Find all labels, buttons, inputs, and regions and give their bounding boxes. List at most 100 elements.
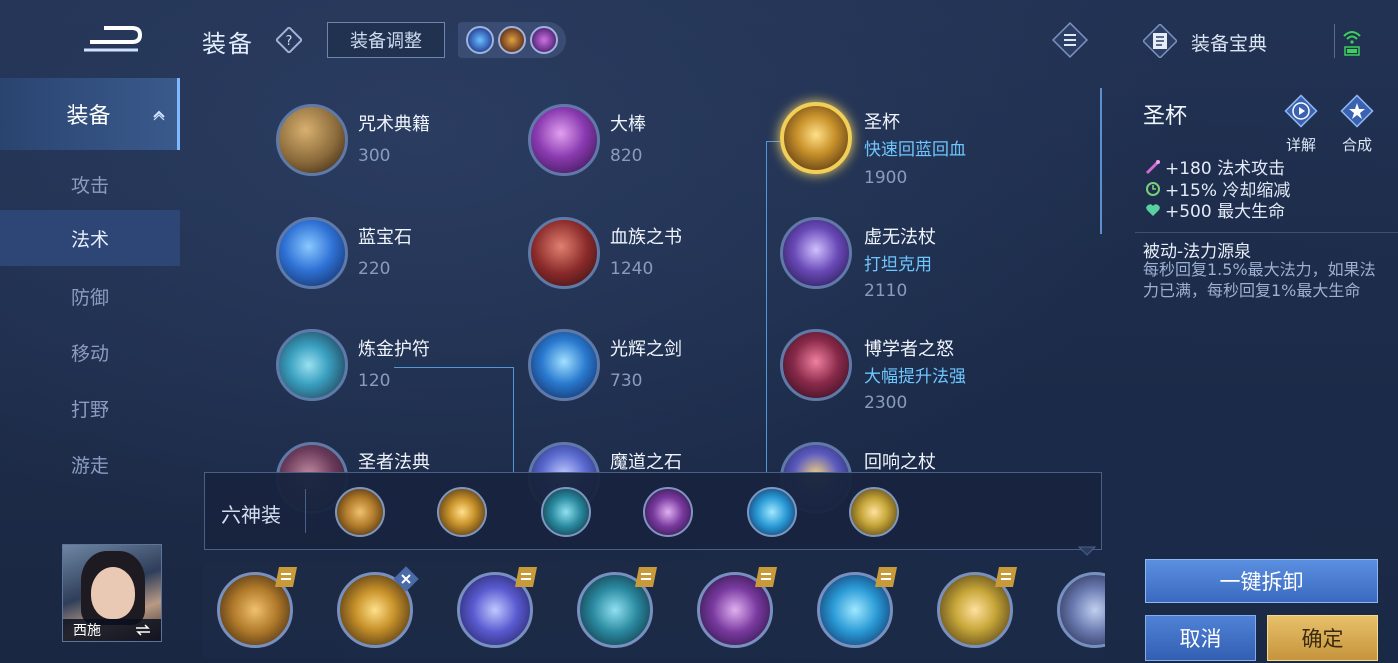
- item-scholar-fury[interactable]: 博学者之怒 大幅提升法强 2300: [780, 329, 1020, 415]
- heart-icon: [1146, 203, 1160, 216]
- sidebar-item-label: 打野: [70, 398, 109, 421]
- build-item-5[interactable]: [747, 487, 797, 537]
- item-price: 1900: [864, 168, 908, 188]
- item-price: 220: [358, 259, 391, 279]
- wifi-battery-icon: [1343, 31, 1361, 56]
- swap-badge-icon[interactable]: [513, 566, 539, 588]
- swap-badge-icon[interactable]: [993, 566, 1019, 588]
- item-void-staff[interactable]: 虚无法杖 打坦克用 2110: [780, 217, 1020, 303]
- item-name: 虚无法杖: [864, 227, 936, 248]
- item-spell-tome[interactable]: 咒术典籍 300: [276, 104, 516, 190]
- item-name: 蓝宝石: [358, 227, 412, 248]
- item-detail-panel: 圣杯 详解 合成 +180 法术攻击 +15% 冷却缩减 +500 最大生命 被…: [1105, 78, 1398, 663]
- item-name: 圣杯: [864, 112, 900, 133]
- clock-icon: [1146, 181, 1160, 196]
- recommended-build-panel: 六神装: [204, 472, 1102, 550]
- equipped-slot-8[interactable]: [1057, 572, 1105, 648]
- sidebar-item-label: 攻击: [70, 174, 109, 197]
- item-name: 光辉之剑: [610, 339, 682, 360]
- grail-icon: [780, 102, 852, 174]
- build-item-4[interactable]: [643, 487, 693, 537]
- stat-max-health: +500 最大生命: [1145, 197, 1285, 222]
- divider: [1135, 232, 1398, 233]
- item-name: 大棒: [610, 114, 646, 135]
- void-staff-icon: [780, 217, 852, 289]
- stat-text: +500 最大生命: [1165, 202, 1286, 222]
- magic-wand-icon: [1145, 159, 1160, 174]
- detail-title: 圣杯: [1143, 104, 1188, 129]
- swap-badge-icon[interactable]: [753, 566, 779, 588]
- tree-connector: [766, 141, 780, 142]
- item-price: 300: [358, 146, 391, 166]
- tree-connector: [766, 141, 767, 473]
- preset-icon-2[interactable]: [498, 26, 526, 54]
- sidebar-item-jungle[interactable]: 打野: [0, 380, 180, 436]
- item-name: 炼金护符: [358, 339, 430, 360]
- sword-icon: [528, 329, 600, 401]
- help-icon[interactable]: ?: [276, 27, 302, 53]
- chevron-up-icon: [153, 110, 165, 121]
- back-arrow-icon[interactable]: [80, 24, 144, 56]
- item-radiant-sword[interactable]: 光辉之剑 730: [528, 329, 768, 415]
- sidebar-item-label: 防御: [70, 286, 109, 309]
- item-alchemy-amulet[interactable]: 炼金护符 120: [276, 329, 516, 415]
- sidebar-item-equipment[interactable]: 装备: [0, 78, 180, 150]
- passive-description: 每秒回复1.5%最大法力，如果法力已满，每秒回复1%最大生命: [1143, 260, 1376, 300]
- preset-icons[interactable]: [458, 22, 566, 58]
- compose-icon: [1340, 94, 1374, 128]
- item-blood-tome[interactable]: 血族之书 1240: [528, 217, 768, 303]
- spell-tome-icon: [276, 104, 348, 176]
- item-price: 820: [610, 146, 643, 166]
- swap-icon[interactable]: [135, 624, 151, 636]
- codex-icon[interactable]: [1143, 24, 1177, 58]
- unload-all-button[interactable]: 一键拆卸: [1145, 559, 1378, 603]
- compose-button[interactable]: 合成: [1337, 94, 1377, 154]
- item-name: 博学者之怒: [864, 339, 954, 360]
- sapphire-icon: [276, 217, 348, 289]
- item-name: 咒术典籍: [358, 114, 430, 135]
- cancel-button[interactable]: 取消: [1145, 615, 1256, 661]
- hero-face: [91, 567, 135, 619]
- sidebar-item-magic[interactable]: 法术: [0, 210, 180, 266]
- item-desc: 快速回蓝回血: [864, 140, 966, 160]
- sidebar-item-defense[interactable]: 防御: [0, 268, 180, 324]
- item-holy-grail[interactable]: 圣杯 快速回蓝回血 1900: [780, 102, 1020, 188]
- item-desc: 大幅提升法强: [864, 367, 966, 387]
- codex-label[interactable]: 装备宝典: [1191, 29, 1267, 56]
- hero-portrait[interactable]: 西施: [62, 544, 162, 642]
- scrollbar[interactable]: [1100, 88, 1102, 234]
- equipment-adjust-button[interactable]: 装备调整: [327, 22, 445, 58]
- swap-badge-icon[interactable]: [273, 566, 299, 588]
- item-sapphire[interactable]: 蓝宝石 220: [276, 217, 516, 303]
- recommended-build-label: 六神装: [221, 503, 281, 527]
- item-price: 2300: [864, 393, 908, 413]
- hero-name-bar: 西施: [63, 619, 161, 641]
- detail-button-label: 详解: [1285, 136, 1316, 154]
- item-big-stick[interactable]: 大棒 820: [528, 104, 768, 190]
- build-item-2[interactable]: [437, 487, 487, 537]
- sidebar-item-label: 移动: [70, 342, 109, 365]
- item-desc: 打坦克用: [864, 255, 932, 275]
- menu-icon[interactable]: [1050, 20, 1090, 60]
- caret-down-icon: [1078, 546, 1096, 556]
- divider: [1334, 24, 1335, 58]
- sidebar-item-movement[interactable]: 移动: [0, 324, 180, 380]
- build-item-3[interactable]: [541, 487, 591, 537]
- build-item-6[interactable]: [849, 487, 899, 537]
- preset-icon-3[interactable]: [530, 26, 558, 54]
- top-bar: 装备 ? 装备调整 装备宝典: [0, 0, 1398, 78]
- sidebar-item-roam[interactable]: 游走: [0, 436, 180, 492]
- detail-button[interactable]: 详解: [1281, 94, 1321, 154]
- amulet-icon: [276, 329, 348, 401]
- swap-badge-icon[interactable]: [633, 566, 659, 588]
- preset-icon-1[interactable]: [466, 26, 494, 54]
- blood-book-icon: [528, 217, 600, 289]
- item-name: 回响之杖: [864, 452, 936, 473]
- sidebar-item-label: 游走: [70, 454, 109, 477]
- sidebar-item-attack[interactable]: 攻击: [0, 156, 180, 212]
- swap-badge-icon[interactable]: [873, 566, 899, 588]
- remove-icon[interactable]: [393, 566, 419, 592]
- sidebar-item-label: 装备: [66, 104, 111, 129]
- build-item-1[interactable]: [335, 487, 385, 537]
- confirm-button[interactable]: 确定: [1267, 615, 1378, 661]
